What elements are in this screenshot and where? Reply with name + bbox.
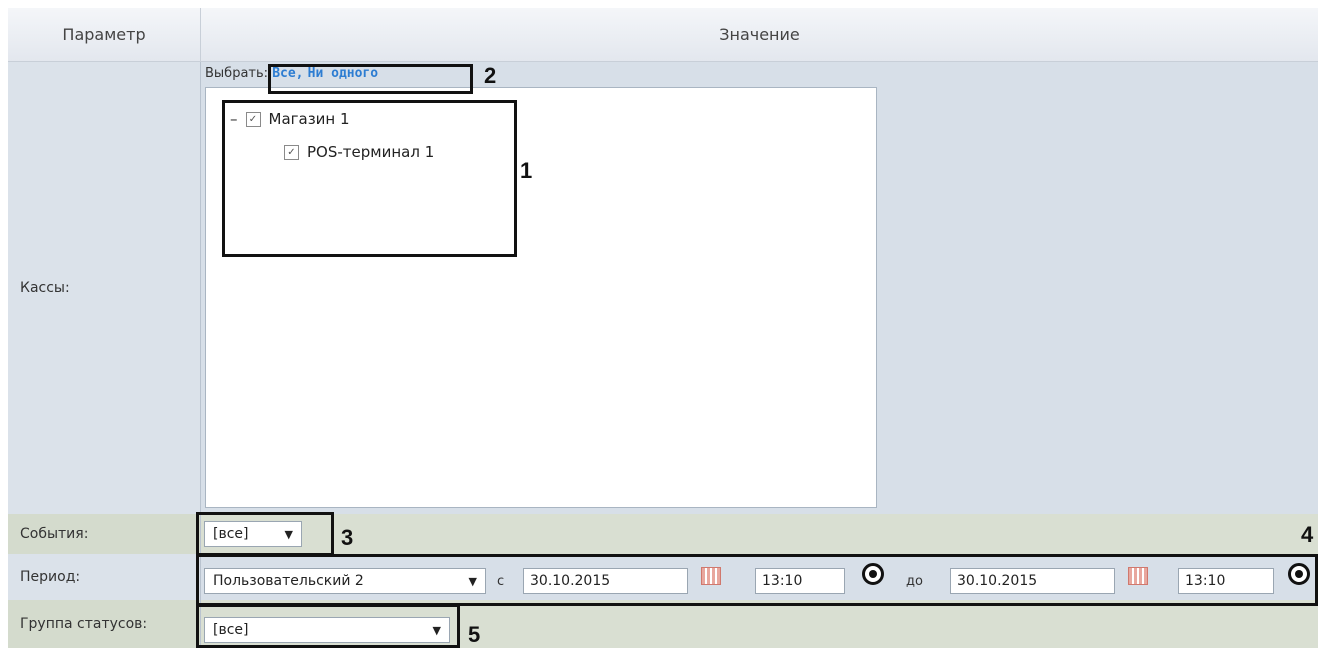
callout-number-4: 4: [1301, 522, 1314, 547]
callout-box-3: [196, 512, 334, 556]
select-prefix: Выбрать:: [205, 66, 269, 81]
events-value-cell: [201, 514, 1318, 554]
callout-number-1: 1: [520, 158, 533, 183]
events-label: События:: [8, 514, 201, 554]
callout-number-3: 3: [341, 525, 354, 550]
callout-number-5: 5: [468, 622, 481, 647]
callout-box-5: [196, 604, 460, 648]
callout-number-2: 2: [484, 63, 497, 88]
kassy-label: Кассы:: [8, 62, 201, 514]
column-header-value: Значение: [201, 8, 1318, 62]
callout-box-2: [268, 64, 473, 94]
status-group-label: Группа статусов:: [8, 600, 201, 648]
callout-box-1: [222, 100, 517, 257]
callout-box-4: [196, 554, 1318, 606]
column-header-parameter: Параметр: [8, 8, 201, 62]
period-label: Период:: [8, 554, 201, 600]
